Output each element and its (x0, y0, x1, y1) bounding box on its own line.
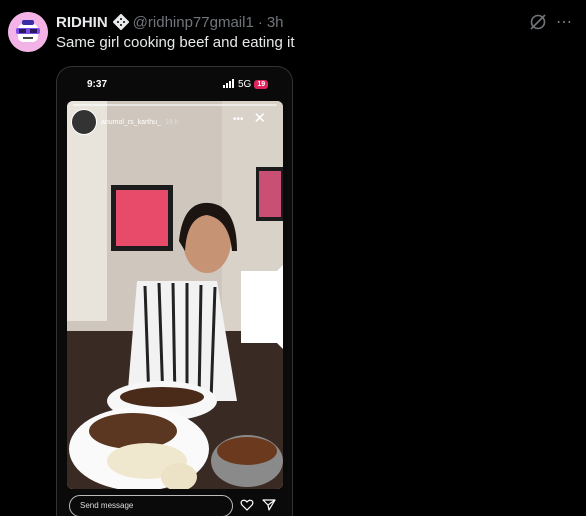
story-progress-bar (73, 104, 277, 106)
tweet-text: Same girl cooking beef and eating it (56, 34, 295, 51)
send-message-input[interactable]: Send message (69, 495, 233, 516)
story-avatar[interactable] (71, 109, 97, 135)
story-user-info[interactable]: anumol_rs_karthu_ 18 h (71, 109, 179, 135)
signal-icon (223, 78, 235, 91)
tweet-media[interactable]: 9:37 5G 19 anumol_rs_karthu_ 18 h ••• ✕ … (56, 66, 293, 516)
display-name[interactable]: RIDHIN (56, 14, 108, 31)
story-controls: ••• ✕ (223, 111, 283, 349)
tweet-header: RIDHIN @ridhinp77gmail1 · 3h (56, 12, 284, 32)
story-frame[interactable]: anumol_rs_karthu_ 18 h ••• ✕ (67, 101, 283, 489)
reply-placeholder: Send message (80, 501, 134, 510)
send-icon[interactable] (262, 498, 276, 512)
user-avatar[interactable] (8, 12, 48, 52)
heart-icon[interactable] (240, 498, 254, 512)
story-age: 18 h (164, 118, 179, 126)
more-options-icon[interactable]: ⋯ (556, 12, 578, 32)
network-label: 5G (238, 79, 252, 90)
grok-icon[interactable] (528, 12, 548, 32)
phone-status-bar: 9:37 5G 19 (57, 77, 292, 93)
timestamp[interactable]: 3h (267, 14, 284, 31)
verified-badge-icon (112, 13, 130, 31)
separator: · (257, 13, 263, 31)
battery-badge: 19 (254, 80, 269, 89)
status-time: 9:37 (87, 79, 108, 90)
story-username[interactable]: anumol_rs_karthu_ (101, 119, 161, 126)
user-handle[interactable]: @ridhinp77gmail1 (133, 14, 254, 31)
